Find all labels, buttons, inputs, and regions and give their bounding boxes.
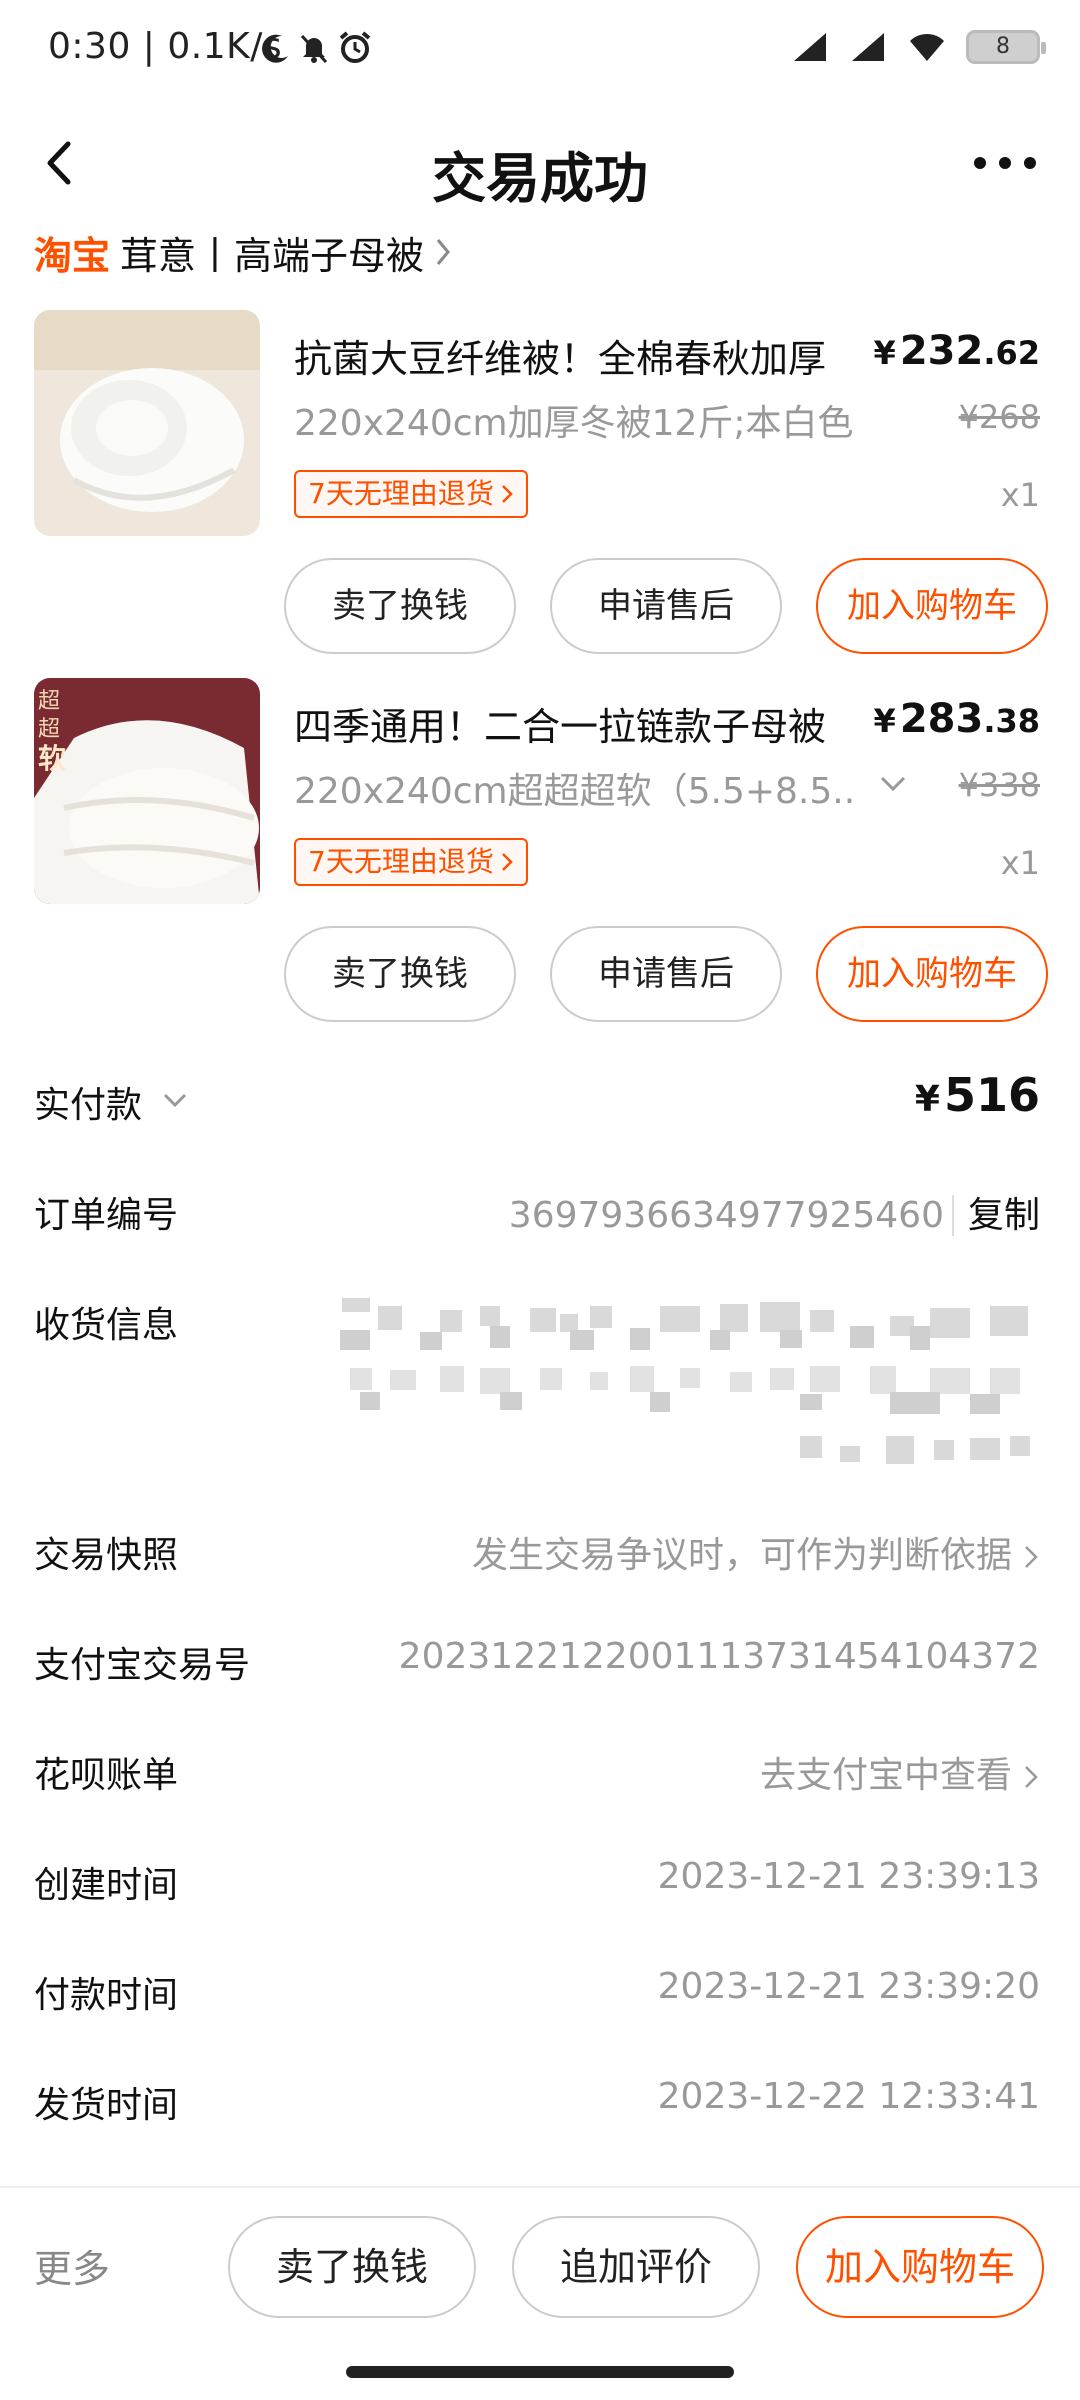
signal-icon-2 (852, 33, 884, 61)
order-number-value: 3697936634977925460 复制 (508, 1195, 1040, 1236)
status-bar: 0:30 | 0.1K/s 8 (0, 0, 1080, 100)
status-icons: 8 (792, 30, 1046, 64)
bottom-actions: 卖了换钱 追加评价 加入购物车 (228, 2216, 1044, 2318)
add-review-button[interactable]: 追加评价 (512, 2216, 760, 2318)
product-spec: 220x240cm加厚冬被12斤;本白色 (294, 403, 854, 444)
copy-button[interactable]: 复制 (951, 1195, 1040, 1236)
alipay-number-value: 2023122122001113731454104372 (398, 1636, 1040, 1677)
alipay-number-row: 支付宝交易号 2023122122001113731454104372 (0, 1606, 1080, 1706)
shop-name: 茸意丨高端子母被 (120, 233, 425, 278)
nav-bar: 交易成功 (0, 110, 1080, 220)
product-quantity: x1 (1000, 844, 1040, 882)
product-image[interactable] (34, 310, 260, 536)
item-actions: 卖了换钱 申请售后 加入购物车 (284, 558, 1048, 654)
sell-button[interactable]: 卖了换钱 (284, 558, 516, 654)
product-price: ¥232.62 (873, 328, 1040, 374)
shipped-time-row: 发货时间 2023-12-22 12:33:41 (0, 2046, 1080, 2146)
chevron-right-icon (436, 239, 450, 265)
snapshot-label: 交易快照 (34, 1535, 179, 1576)
chevron-down-icon[interactable] (878, 774, 908, 794)
product-quantity: x1 (1000, 476, 1040, 514)
after-sales-button[interactable]: 申请售后 (550, 926, 782, 1022)
product-price: ¥283.38 (873, 696, 1040, 742)
paid-time-value: 2023-12-21 23:39:20 (657, 1966, 1040, 2007)
add-to-cart-button[interactable]: 加入购物车 (816, 558, 1048, 654)
order-item[interactable]: 抗菌大豆纤维被！全棉春秋加厚 ¥232.62 220x240cm加厚冬被12斤;… (0, 310, 1080, 660)
huabei-row[interactable]: 花呗账单 去支付宝中查看 (0, 1716, 1080, 1816)
huabei-value: 去支付宝中查看 (760, 1746, 1040, 1798)
paid-time-label: 付款时间 (34, 1975, 179, 2016)
shipped-time-label: 发货时间 (34, 2085, 179, 2126)
paid-amount: ¥516 (914, 1068, 1040, 1122)
original-price: ¥338 (958, 766, 1040, 804)
product-spec[interactable]: 220x240cm超超超软（5.5+8.5... (294, 762, 854, 814)
shipped-time-value: 2023-12-22 12:33:41 (657, 2076, 1040, 2117)
created-time-label: 创建时间 (34, 1865, 179, 1906)
sell-button[interactable]: 卖了换钱 (228, 2216, 476, 2318)
taobao-logo: 淘宝 (34, 233, 111, 278)
original-price: ¥268 (958, 398, 1040, 436)
order-number-label: 订单编号 (34, 1195, 179, 1236)
chevron-right-icon (501, 853, 513, 871)
battery-icon: 8 (966, 30, 1046, 64)
created-time-row: 创建时间 2023-12-21 23:39:13 (0, 1826, 1080, 1926)
add-to-cart-button[interactable]: 加入购物车 (816, 926, 1048, 1022)
paid-label: 实付款 (34, 1085, 143, 1126)
return-policy-badge[interactable]: 7天无理由退货 (294, 838, 528, 886)
return-policy-badge[interactable]: 7天无理由退货 (294, 470, 528, 518)
add-to-cart-button[interactable]: 加入购物车 (796, 2216, 1044, 2318)
snapshot-value: 发生交易争议时，可作为判断依据 (472, 1526, 1040, 1578)
more-dots-icon[interactable] (970, 148, 1040, 178)
chevron-right-icon (1025, 1546, 1038, 1568)
page-title: 交易成功 (432, 147, 648, 210)
shipping-info-redacted (340, 1298, 1030, 1464)
after-sales-button[interactable]: 申请售后 (550, 558, 782, 654)
product-image[interactable]: 超 超 软 (34, 678, 260, 904)
svg-text:超: 超 (38, 689, 60, 714)
chevron-down-icon[interactable] (162, 1092, 188, 1110)
chevron-right-icon (501, 485, 513, 503)
alipay-number-label: 支付宝交易号 (34, 1645, 251, 1686)
order-number-row: 订单编号 3697936634977925460 复制 (0, 1156, 1080, 1256)
huabei-label: 花呗账单 (34, 1755, 179, 1796)
signal-icon (794, 33, 826, 61)
alarm-icon (339, 31, 371, 63)
svg-text:软: 软 (38, 742, 66, 775)
shop-link[interactable]: 淘宝 茸意丨高端子母被 (34, 222, 454, 282)
shipping-info-label: 收货信息 (34, 1305, 179, 1346)
created-time-value: 2023-12-21 23:39:13 (657, 1856, 1040, 1897)
sell-button[interactable]: 卖了换钱 (284, 926, 516, 1022)
mute-bell-icon (300, 34, 328, 64)
product-title[interactable]: 四季通用！二合一拉链款子母被 (294, 696, 874, 751)
paid-time-row: 付款时间 2023-12-21 23:39:20 (0, 1936, 1080, 2036)
snapshot-row[interactable]: 交易快照 发生交易争议时，可作为判断依据 (0, 1496, 1080, 1596)
item-actions: 卖了换钱 申请售后 加入购物车 (284, 926, 1048, 1022)
order-item[interactable]: 超 超 软 四季通用！二合一拉链款子母被 ¥283.38 220x240cm超超… (0, 678, 1080, 1028)
bottom-action-bar: 更多 卖了换钱 追加评价 加入购物车 (0, 2186, 1080, 2346)
chevron-right-icon (1025, 1766, 1038, 1788)
product-title[interactable]: 抗菌大豆纤维被！全棉春秋加厚 (294, 328, 874, 383)
paid-amount-row[interactable]: 实付款 ¥516 (0, 1046, 1080, 1146)
status-time-speed: 0:30 | 0.1K/s (48, 26, 283, 67)
moon-icon (262, 34, 288, 63)
more-button[interactable]: 更多 (34, 2238, 110, 2293)
wifi-icon (910, 33, 944, 61)
svg-text:超: 超 (38, 717, 60, 742)
home-indicator[interactable] (346, 2366, 734, 2378)
